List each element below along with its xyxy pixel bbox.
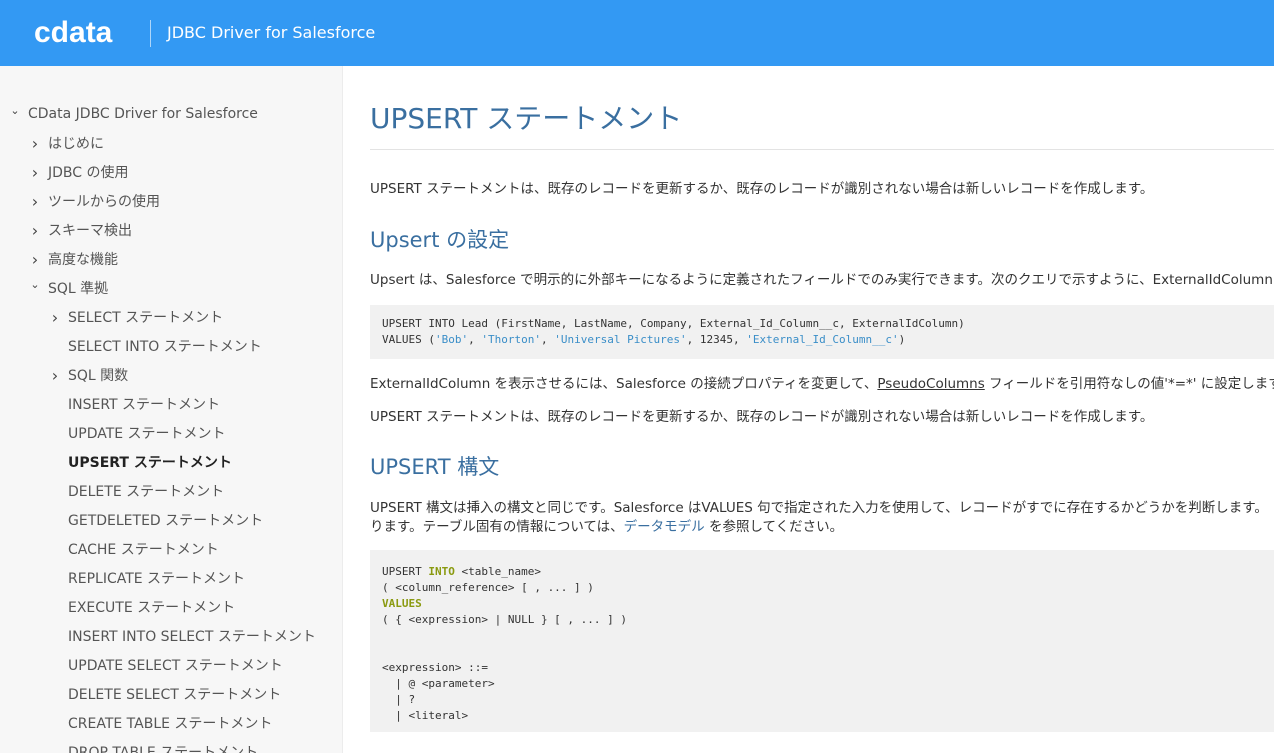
- sidebar-item[interactable]: UPDATE ステートメント: [48, 422, 226, 444]
- code-line: | @ <parameter>: [382, 677, 495, 690]
- sidebar-item-label: UPDATE ステートメント: [68, 426, 226, 442]
- sidebar-item[interactable]: SELECT INTO ステートメント: [48, 335, 262, 357]
- sidebar-item-label: JDBC の使用: [48, 165, 129, 181]
- sidebar-item[interactable]: DELETE SELECT ステートメント: [48, 683, 281, 705]
- sidebar-item[interactable]: CREATE TABLE ステートメント: [48, 712, 272, 734]
- sidebar-item-label: ツールからの使用: [48, 194, 160, 210]
- sidebar-item-label: SQL 準拠: [48, 281, 109, 297]
- sidebar-item[interactable]: › SQL 関数: [48, 364, 128, 386]
- page-title: UPSERT ステートメント: [370, 102, 683, 135]
- chevron-down-icon[interactable]: ⌄: [28, 278, 42, 291]
- sidebar-item-label: CACHE ステートメント: [68, 542, 219, 558]
- section-heading-upsert-syntax: UPSERT 構文: [370, 455, 500, 479]
- sidebar-item[interactable]: ⌄ CData JDBC Driver for Salesforce: [8, 103, 258, 125]
- sidebar-item-label: UPSERT ステートメント: [68, 455, 232, 471]
- sidebar-nav: ⌄ CData JDBC Driver for Salesforce › はじめに › J…: [0, 66, 343, 753]
- cdata-logo[interactable]: cdata: [34, 18, 112, 48]
- sidebar-item[interactable]: EXECUTE ステートメント: [48, 596, 235, 618]
- sidebar-item[interactable]: REPLICATE ステートメント: [48, 567, 245, 589]
- sidebar-item[interactable]: › 高度な機能: [28, 248, 118, 270]
- chevron-right-icon[interactable]: ›: [28, 192, 42, 211]
- sidebar-item[interactable]: GETDELETED ステートメント: [48, 509, 263, 531]
- code-block-upsert-example: UPSERT INTO Lead (FirstName, LastName, C…: [370, 305, 1274, 359]
- code-line: VALUES: [382, 597, 422, 610]
- sidebar-item-label: スキーマ検出: [48, 223, 132, 239]
- chevron-right-icon[interactable]: ›: [28, 134, 42, 153]
- code-line: | <literal>: [382, 709, 469, 722]
- sidebar-item-label: CData JDBC Driver for Salesforce: [28, 106, 258, 122]
- code-line: ( { <expression> | NULL } [ , ... ] ): [382, 613, 628, 626]
- chevron-right-icon[interactable]: ›: [28, 250, 42, 269]
- sidebar-item-label: INSERT ステートメント: [68, 397, 221, 413]
- sidebar-item[interactable]: › はじめに: [28, 132, 104, 154]
- code-line: VALUES ('Bob', 'Thorton', 'Universal Pic…: [382, 333, 906, 346]
- sidebar-item-label: はじめに: [48, 136, 104, 152]
- section-heading-upsert-settings: Upsert の設定: [370, 228, 510, 252]
- sidebar-item[interactable]: › SELECT ステートメント: [48, 306, 223, 328]
- sidebar-item-label: INSERT INTO SELECT ステートメント: [68, 629, 316, 645]
- header-divider: [150, 20, 151, 47]
- chevron-right-icon[interactable]: ›: [48, 366, 62, 385]
- intro-paragraph: UPSERT ステートメントは、既存のレコードを更新するか、既存のレコードが識別…: [370, 181, 1154, 197]
- sidebar-item[interactable]: › JDBC の使用: [28, 161, 129, 183]
- syntax-paragraph-line1: UPSERT 構文は挿入の構文と同じです。Salesforce はVALUES …: [370, 500, 1268, 516]
- sidebar-item[interactable]: DELETE ステートメント: [48, 480, 224, 502]
- sidebar-item-label: UPDATE SELECT ステートメント: [68, 658, 283, 674]
- upsert-settings-paragraph: Upsert は、Salesforce で明示的に外部キーになるように定義された…: [370, 272, 1273, 288]
- sidebar-item[interactable]: CACHE ステートメント: [48, 538, 219, 560]
- sidebar-item[interactable]: › ツールからの使用: [28, 190, 160, 212]
- sidebar-item-label: DELETE SELECT ステートメント: [68, 687, 282, 703]
- sidebar-item-label: DELETE ステートメント: [68, 484, 225, 500]
- syntax-paragraph-line2: ります。テーブル固有の情報については、データモデル を参照してください。: [370, 519, 844, 535]
- chevron-right-icon[interactable]: ›: [28, 221, 42, 240]
- sidebar-item[interactable]: › スキーマ検出: [28, 219, 132, 241]
- main-content: UPSERT ステートメント UPSERT ステートメントは、既存のレコードを更…: [342, 66, 1274, 753]
- upsert-description-paragraph: UPSERT ステートメントは、既存のレコードを更新するか、既存のレコードが識別…: [370, 409, 1154, 425]
- pseudocolumns-paragraph: ExternalIdColumn を表示させるには、Salesforce の接続…: [370, 376, 1274, 392]
- sidebar-item[interactable]: DROP TABLE ステートメント: [48, 741, 258, 753]
- pseudocolumns-link[interactable]: PseudoColumns: [877, 376, 984, 392]
- code-line: | ?: [382, 693, 416, 706]
- product-title[interactable]: JDBC Driver for Salesforce: [167, 23, 375, 43]
- sidebar-item-label: SELECT ステートメント: [68, 310, 224, 326]
- sidebar-item[interactable]: UPDATE SELECT ステートメント: [48, 654, 283, 676]
- code-line: <expression> ::=: [382, 661, 488, 674]
- sidebar-item[interactable]: INSERT INTO SELECT ステートメント: [48, 625, 316, 647]
- sidebar-item-label: REPLICATE ステートメント: [68, 571, 246, 587]
- title-divider: [370, 149, 1274, 150]
- sidebar-item-label: SQL 関数: [68, 368, 129, 384]
- sidebar-item[interactable]: UPSERT ステートメント: [48, 451, 232, 473]
- sidebar-item-label: GETDELETED ステートメント: [68, 513, 264, 529]
- chevron-down-icon[interactable]: ⌄: [8, 104, 22, 117]
- chevron-right-icon[interactable]: ›: [48, 308, 62, 327]
- sidebar-item[interactable]: INSERT ステートメント: [48, 393, 220, 415]
- code-line: ( <column_reference> [ , ... ] ): [382, 581, 594, 594]
- sidebar-item-label: 高度な機能: [48, 252, 118, 268]
- top-header: cdata JDBC Driver for Salesforce: [0, 0, 1274, 66]
- sidebar-item-label: SELECT INTO ステートメント: [68, 339, 262, 355]
- code-line: UPSERT INTO <table_name>: [382, 565, 541, 578]
- code-block-upsert-syntax: UPSERT INTO <table_name> ( <column_refer…: [370, 550, 1274, 732]
- sidebar-item-label: DROP TABLE ステートメント: [68, 745, 259, 753]
- sidebar-item-label: EXECUTE ステートメント: [68, 600, 236, 616]
- data-model-link[interactable]: データモデル: [624, 519, 705, 535]
- sidebar-item-label: CREATE TABLE ステートメント: [68, 716, 273, 732]
- chevron-right-icon[interactable]: ›: [28, 163, 42, 182]
- sidebar-item[interactable]: ⌄ SQL 準拠: [28, 277, 108, 299]
- code-line: UPSERT INTO Lead (FirstName, LastName, C…: [382, 317, 965, 330]
